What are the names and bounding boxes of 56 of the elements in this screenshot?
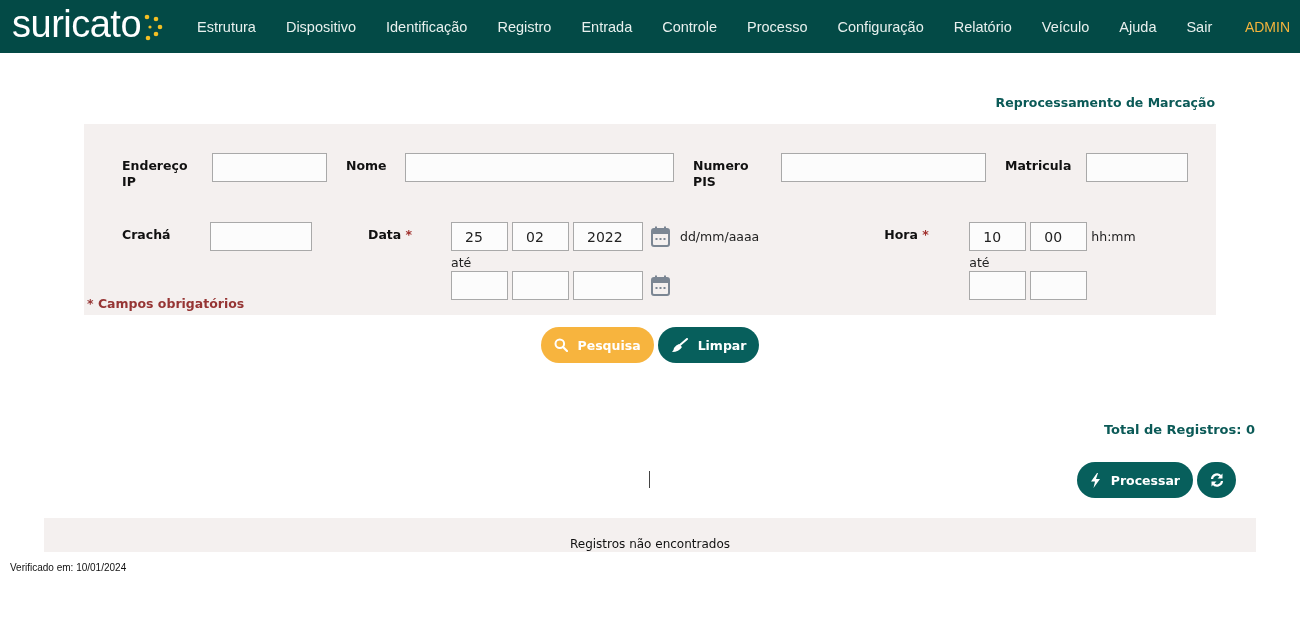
total-records: Total de Registros: 0 bbox=[1103, 422, 1255, 437]
refresh-icon bbox=[1209, 473, 1224, 487]
input-field[interactable]: 02 bbox=[512, 222, 569, 251]
input-field[interactable]: 2022 bbox=[573, 222, 643, 251]
refresh-button[interactable] bbox=[1197, 462, 1236, 498]
clear-button[interactable]: Limpar bbox=[657, 327, 760, 363]
broom-icon bbox=[670, 337, 688, 353]
menu-item[interactable]: Entrada bbox=[566, 18, 648, 35]
input-field[interactable] bbox=[781, 153, 986, 182]
range-label: até bbox=[969, 255, 991, 270]
lightning-icon bbox=[1089, 472, 1101, 488]
input-field[interactable] bbox=[451, 271, 508, 300]
menu-item[interactable]: Veículo bbox=[1026, 18, 1105, 35]
menu-item[interactable]: Estrutura bbox=[182, 18, 271, 35]
menu-item[interactable]: Ajuda bbox=[1104, 18, 1172, 35]
menu-item[interactable]: Controle bbox=[647, 18, 733, 35]
required-mark: * bbox=[405, 227, 413, 242]
field-label: Crachá bbox=[122, 226, 172, 243]
menu-item[interactable]: Processo bbox=[732, 18, 823, 35]
field-label: Numero PIS bbox=[693, 157, 750, 190]
input-field[interactable] bbox=[212, 153, 327, 182]
required-mark: * bbox=[922, 227, 929, 242]
menu-item[interactable]: Registro bbox=[482, 18, 567, 35]
format-hint: dd/mm/aaaa bbox=[680, 229, 760, 244]
field-label: Endereço IP bbox=[122, 157, 189, 190]
menu-item[interactable]: Dispositivo bbox=[270, 18, 371, 35]
calendar-icon[interactable] bbox=[651, 275, 670, 296]
input-field[interactable]: 10 bbox=[969, 222, 1027, 251]
search-icon bbox=[553, 338, 568, 352]
empty-message: Registros não encontrados bbox=[570, 537, 730, 552]
input-field[interactable] bbox=[969, 271, 1027, 300]
menu-item[interactable]: Sair bbox=[1171, 18, 1228, 35]
input-field[interactable] bbox=[405, 153, 674, 182]
menu-item[interactable]: Relatório bbox=[938, 18, 1027, 35]
input-field[interactable] bbox=[512, 271, 569, 300]
verified-date: Verificado em: 10/01/2024 bbox=[10, 562, 127, 573]
calendar-icon[interactable] bbox=[651, 226, 670, 247]
process-button[interactable]: Processar bbox=[1076, 462, 1193, 498]
input-field[interactable]: 25 bbox=[451, 222, 508, 251]
input-field[interactable] bbox=[573, 271, 643, 300]
field-label: Data * bbox=[368, 226, 414, 243]
input-field[interactable] bbox=[1086, 153, 1188, 182]
required-note: * Campos obrigatórios bbox=[87, 296, 245, 311]
input-field[interactable] bbox=[210, 222, 312, 251]
field-label: Hora * bbox=[884, 226, 930, 243]
input-field[interactable] bbox=[1030, 271, 1088, 300]
field-label: Matricula bbox=[1005, 157, 1073, 174]
menu-item[interactable]: Configuração bbox=[822, 18, 939, 35]
page-title: Reprocessamento de Marcação bbox=[995, 95, 1215, 110]
logo-text: suricato bbox=[12, 3, 142, 44]
field-label: Nome bbox=[346, 157, 388, 174]
input-field[interactable]: 00 bbox=[1030, 222, 1088, 251]
format-hint: hh:mm bbox=[1091, 229, 1136, 244]
range-label: até bbox=[451, 255, 473, 270]
user-name[interactable]: ADMIN bbox=[1244, 18, 1290, 35]
menu-item[interactable]: Identificação bbox=[371, 18, 483, 35]
